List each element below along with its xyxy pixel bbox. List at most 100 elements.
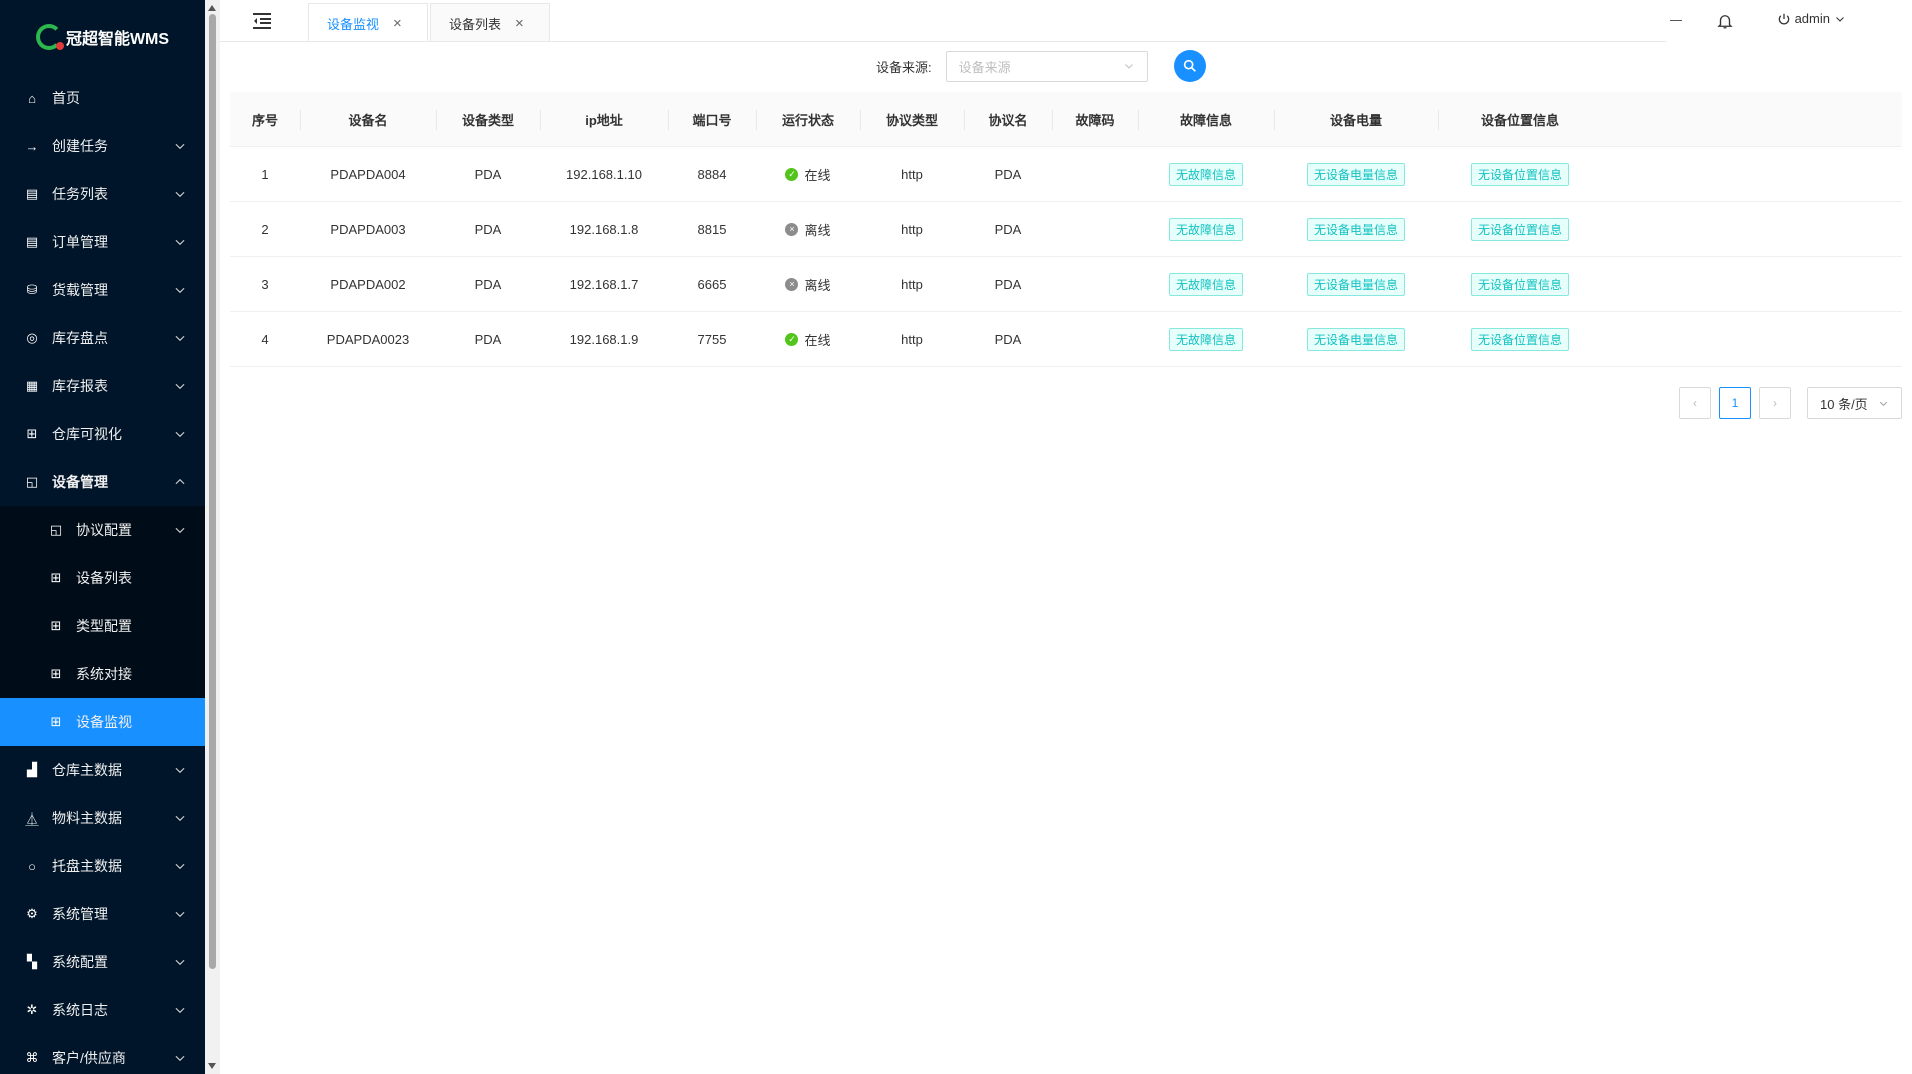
cell-port: 6665 bbox=[668, 257, 756, 311]
table-icon: ⊞ bbox=[50, 714, 62, 729]
sidebar: 冠超智能WMS ⌂ 首页 → 创建任务 ▤ 任务列表 ▤ 订单管理 ⛁ 货载管理 ◎ 库存盘点 ▦ 库存报… bbox=[0, 0, 205, 1074]
device-source-select[interactable]: 设备来源 bbox=[945, 50, 1148, 82]
sidebar-item-sidebar-items-4[interactable]: ⛁ 货载管理 bbox=[0, 266, 205, 314]
user-menu[interactable]: admin bbox=[1777, 11, 1850, 26]
close-icon[interactable]: × bbox=[515, 15, 524, 32]
sidebar-item-sidebar-submenu-0[interactable]: ◱ 协议配置 bbox=[0, 506, 205, 554]
page-number-button[interactable]: 1 bbox=[1719, 387, 1751, 419]
cell-text: PDA bbox=[994, 166, 1022, 182]
sidebar-item-label: 库存盘点 bbox=[52, 330, 108, 346]
sidebar-item-sidebar-items_after-3[interactable]: ⚙ 系统管理 bbox=[0, 890, 205, 938]
sidebar-item-sidebar-submenu-4[interactable]: ⊞ 设备监视 bbox=[0, 698, 205, 746]
sidebar-item-sidebar-items-7[interactable]: ⊞ 仓库可视化 bbox=[0, 410, 205, 458]
table-row[interactable]: 2 PDAPDA003 PDA 192.168.1.8 8815 × 离线 http PDA 无故… bbox=[230, 202, 1902, 257]
pagination: ‹ 1 › 10 条/页 bbox=[1671, 387, 1902, 419]
sidebar-item-label: 任务列表 bbox=[52, 186, 108, 202]
tab-device-monitor[interactable]: 设备监视 × bbox=[308, 3, 428, 42]
search-button[interactable] bbox=[1173, 50, 1206, 82]
sidebar-item-label: 库存报表 bbox=[52, 378, 108, 394]
scroll-up-arrow-icon[interactable] bbox=[208, 5, 216, 11]
filter-label: 设备来源: bbox=[876, 59, 932, 75]
sidebar-item-sidebar-items-2[interactable]: ▤ 任务列表 bbox=[0, 170, 205, 218]
prev-page-button[interactable]: ‹ bbox=[1679, 387, 1711, 419]
cell-protocol-name: PDA bbox=[964, 312, 1052, 366]
sidebar-item-sidebar-items_after-1[interactable]: ⏅ 物料主数据 bbox=[0, 794, 205, 842]
scroll-down-arrow-icon[interactable] bbox=[208, 1063, 216, 1069]
table-row[interactable]: 4 PDAPDA0023 PDA 192.168.1.9 7755 ✓ 在线 http PDA 无… bbox=[230, 312, 1902, 367]
bug-icon: ✲ bbox=[26, 1002, 38, 1017]
cell-text: PDA bbox=[474, 166, 502, 182]
power-icon bbox=[1778, 13, 1789, 24]
chevron-down-icon bbox=[175, 815, 185, 822]
next-page-button[interactable]: › bbox=[1759, 387, 1791, 419]
sidebar-item-sidebar-items_after-6[interactable]: ⌘ 客户/供应商 bbox=[0, 1034, 205, 1074]
cell-location: 无设备位置信息 bbox=[1438, 312, 1602, 366]
column-header[interactable]: 设备名 bbox=[300, 92, 436, 146]
column-header[interactable]: 故障码 bbox=[1052, 92, 1138, 146]
cell-text: PDA bbox=[474, 331, 502, 347]
sidebar-item-sidebar-items-6[interactable]: ▦ 库存报表 bbox=[0, 362, 205, 410]
info-tag: 无故障信息 bbox=[1168, 272, 1243, 296]
info-tag: 无故障信息 bbox=[1168, 327, 1243, 351]
cell-ip: 192.168.1.8 bbox=[540, 202, 668, 256]
table-row[interactable]: 1 PDAPDA004 PDA 192.168.1.10 8884 ✓ 在线 http PDA 无… bbox=[230, 147, 1902, 202]
cell-name: PDAPDA002 bbox=[300, 257, 436, 311]
sidebar-item-sidebar-items_after-4[interactable]: ▚ 系统配置 bbox=[0, 938, 205, 986]
sidebar-item-label: 创建任务 bbox=[52, 138, 108, 154]
cell-protocol-type: http bbox=[860, 202, 964, 256]
cell-text: PDAPDA0023 bbox=[326, 331, 410, 347]
app-logo[interactable]: 冠超智能WMS bbox=[0, 0, 205, 74]
column-header[interactable]: 设备类型 bbox=[436, 92, 540, 146]
minimize-icon[interactable] bbox=[1670, 20, 1682, 21]
column-header[interactable]: 序号 bbox=[230, 92, 300, 146]
scroll-thumb[interactable] bbox=[209, 14, 216, 969]
chevron-down-icon bbox=[175, 383, 185, 390]
sidebar-item-label: 托盘主数据 bbox=[52, 858, 122, 874]
sidebar-item-sidebar-items_after-5[interactable]: ✲ 系统日志 bbox=[0, 986, 205, 1034]
tab-label: 设备列表 bbox=[449, 16, 502, 32]
column-header[interactable]: 设备电量 bbox=[1274, 92, 1438, 146]
table-row[interactable]: 3 PDAPDA002 PDA 192.168.1.7 6665 × 离线 http PDA 无故… bbox=[230, 257, 1902, 312]
column-header[interactable]: ip地址 bbox=[540, 92, 668, 146]
check-circle-icon: ✓ bbox=[785, 167, 799, 181]
chevron-down-icon bbox=[1836, 16, 1844, 22]
chevron-down-icon bbox=[175, 1007, 185, 1014]
sidebar-item-sidebar-items-1[interactable]: → 创建任务 bbox=[0, 122, 205, 170]
sidebar-item-sidebar-items_after-2[interactable]: ○ 托盘主数据 bbox=[0, 842, 205, 890]
sidebar-item-sidebar-submenu-3[interactable]: ⊞ 系统对接 bbox=[0, 650, 205, 698]
sidebar-item-sidebar-items_after-0[interactable]: ▟ 仓库主数据 bbox=[0, 746, 205, 794]
bell-icon[interactable] bbox=[1716, 12, 1734, 30]
sidebar-scrollbar[interactable] bbox=[205, 0, 220, 1074]
cell-text: 192.168.1.10 bbox=[566, 166, 642, 182]
sidebar-item-sidebar-submenu-1[interactable]: ⊞ 设备列表 bbox=[0, 554, 205, 602]
sidebar-item-sidebar-items-3[interactable]: ▤ 订单管理 bbox=[0, 218, 205, 266]
column-header[interactable]: 协议类型 bbox=[860, 92, 964, 146]
cell-battery: 无设备电量信息 bbox=[1274, 312, 1438, 366]
cell-text: 7755 bbox=[697, 331, 727, 347]
column-header[interactable]: 运行状态 bbox=[756, 92, 860, 146]
column-header[interactable]: 故障信息 bbox=[1138, 92, 1274, 146]
cell-text: 4 bbox=[261, 331, 269, 347]
sidebar-item-label: 货载管理 bbox=[52, 282, 108, 298]
device-management-submenu: ◱ 协议配置 ⊞ 设备列表 ⊞ 类型配置 ⊞ 系统对接 ⊞ 设备监视 bbox=[0, 506, 205, 746]
column-header[interactable]: 端口号 bbox=[668, 92, 756, 146]
sidebar-item-label: 系统配置 bbox=[52, 954, 108, 970]
cell-text: PDA bbox=[474, 276, 502, 292]
page-size-select[interactable]: 10 条/页 bbox=[1807, 387, 1902, 419]
column-header[interactable]: 协议名 bbox=[964, 92, 1052, 146]
cell-protocol-name: PDA bbox=[964, 257, 1052, 311]
menu-fold-icon[interactable] bbox=[250, 9, 274, 33]
sidebar-item-sidebar-items-8[interactable]: ◱ 设备管理 bbox=[0, 458, 205, 506]
column-header[interactable]: 设备位置信息 bbox=[1438, 92, 1602, 146]
cell-fault-code bbox=[1052, 312, 1138, 366]
sidebar-item-sidebar-items-0[interactable]: ⌂ 首页 bbox=[0, 74, 205, 122]
sidebar-item-sidebar-submenu-2[interactable]: ⊞ 类型配置 bbox=[0, 602, 205, 650]
device-table: 序号 设备名 设备类型 ip地址 端口号 运行状态 协议类型 协议名 故障码 故障信息 设备电量 设备… bbox=[230, 92, 1902, 367]
cell-fault-info: 无故障信息 bbox=[1138, 202, 1274, 256]
close-icon[interactable]: × bbox=[393, 15, 402, 32]
info-tag: 无设备位置信息 bbox=[1470, 272, 1569, 296]
search-icon bbox=[1183, 59, 1196, 72]
tab-device-list[interactable]: 设备列表 × bbox=[430, 3, 550, 42]
sidebar-menu: ⌂ 首页 → 创建任务 ▤ 任务列表 ▤ 订单管理 ⛁ 货载管理 ◎ 库存盘点 ▦ 库存报表 ⊞ 仓库可视化 ◱… bbox=[0, 74, 205, 1074]
sidebar-item-sidebar-items-5[interactable]: ◎ 库存盘点 bbox=[0, 314, 205, 362]
